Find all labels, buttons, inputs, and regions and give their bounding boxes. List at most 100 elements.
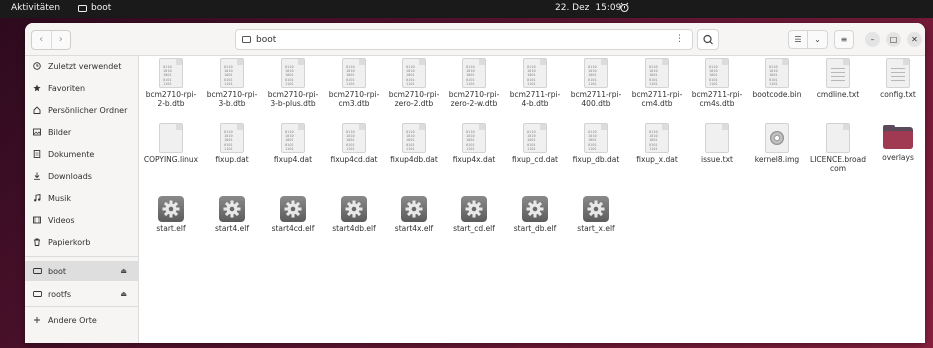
- executable-gear-icon: [280, 196, 306, 222]
- sidebar-item-downloads[interactable]: Downloads: [25, 166, 139, 186]
- file-item[interactable]: 0110 1010 1001 0101 1101 bcm2711-rpi-cm4s.dtb: [688, 58, 746, 108]
- file-item[interactable]: 0110 1010 1001 0101 1101 fixup4db.dat: [385, 123, 443, 164]
- sidebar-item-recent[interactable]: Zuletzt verwendet: [25, 56, 139, 76]
- path-bar[interactable]: boot ⋮: [235, 29, 693, 50]
- file-item[interactable]: kernel8.img: [748, 123, 806, 164]
- file-name: config.txt: [880, 90, 916, 99]
- file-item[interactable]: start4db.elf: [325, 194, 383, 233]
- file-item[interactable]: 0110 1010 1001 0101 1101 bcm2711-rpi-cm4.dtb: [628, 58, 686, 108]
- sidebar-item-documents[interactable]: Dokumente: [25, 144, 139, 164]
- eject-icon[interactable]: ⏏: [120, 267, 127, 275]
- plus-icon: [33, 316, 41, 324]
- clock-icon: [33, 62, 41, 70]
- file-item[interactable]: start_cd.elf: [445, 194, 503, 233]
- sidebar-item-label: Favoriten: [48, 83, 86, 93]
- file-item[interactable]: start4x.elf: [385, 194, 443, 233]
- file-item[interactable]: config.txt: [869, 58, 925, 99]
- minimize-button[interactable]: –: [865, 32, 880, 47]
- search-button[interactable]: [697, 29, 719, 50]
- file-item[interactable]: 0110 1010 1001 0101 1101 fixup4x.dat: [445, 123, 503, 164]
- app-menu[interactable]: boot: [78, 3, 111, 13]
- alarm-icon[interactable]: [620, 2, 629, 16]
- file-name: bcm2710-rpi-3-b-plus.dtb: [267, 90, 319, 108]
- list-view-button[interactable]: ☰: [788, 30, 808, 49]
- file-item[interactable]: 0110 1010 1001 0101 1101 bcm2710-rpi-cm3.dtb: [325, 58, 383, 108]
- file-name: fixup_cd.dat: [512, 155, 558, 164]
- file-grid: 0110 1010 1001 0101 1101 bcm2710-rpi-2-b.dtb 0…: [140, 56, 925, 343]
- binary-file-icon: 0110 1010 1001 0101 1101: [220, 58, 244, 88]
- document-icon: [33, 150, 41, 158]
- file-item[interactable]: LICENCE.broadcom: [809, 123, 867, 173]
- file-name: fixup.dat: [215, 155, 249, 164]
- file-name: COPYING.linux: [143, 155, 199, 164]
- sidebar-item-boot[interactable]: boot ⏏: [25, 261, 139, 281]
- binary-file-icon: 0110 1010 1001 0101 1101: [765, 58, 789, 88]
- executable-gear-icon: [522, 196, 548, 222]
- binary-file-icon: 0110 1010 1001 0101 1101: [584, 123, 608, 153]
- file-item[interactable]: 0110 1010 1001 0101 1101 bcm2710-rpi-zero-2.d…: [385, 58, 443, 108]
- path-menu-icon[interactable]: ⋮: [675, 34, 684, 44]
- app-name: boot: [91, 3, 112, 13]
- file-item[interactable]: cmdline.txt: [809, 58, 867, 99]
- view-options-button[interactable]: ⌄: [808, 30, 828, 49]
- file-name: start.elf: [156, 224, 186, 233]
- file-item[interactable]: 0110 1010 1001 0101 1101 bcm2710-rpi-2-b.dtb: [142, 58, 200, 108]
- file-item[interactable]: 0110 1010 1001 0101 1101 fixup4cd.dat: [325, 123, 383, 164]
- file-item[interactable]: start4cd.elf: [264, 194, 322, 233]
- sidebar-item-label: Musik: [48, 193, 71, 203]
- eject-icon[interactable]: ⏏: [120, 290, 127, 298]
- file-icon: [159, 123, 183, 153]
- sidebar-item-home[interactable]: Persönlicher Ordner: [25, 100, 139, 120]
- file-name: bcm2710-rpi-3-b.dtb: [206, 90, 258, 108]
- clock[interactable]: 22. Dez 15:09: [555, 3, 621, 13]
- forward-button[interactable]: ›: [50, 31, 71, 49]
- file-name: fixup4db.dat: [390, 155, 438, 164]
- back-button[interactable]: ‹: [32, 31, 51, 49]
- sidebar-item-rootfs[interactable]: rootfs ⏏: [25, 284, 139, 304]
- binary-file-icon: 0110 1010 1001 0101 1101: [342, 58, 366, 88]
- sidebar-item-other-locations[interactable]: Andere Orte: [25, 310, 139, 330]
- sidebar-item-pictures[interactable]: Bilder: [25, 122, 139, 142]
- home-icon: [33, 106, 41, 114]
- file-item[interactable]: COPYING.linux: [142, 123, 200, 164]
- activities-button[interactable]: Aktivitäten: [11, 3, 60, 13]
- file-name: fixup_db.dat: [572, 155, 620, 164]
- maximize-button[interactable]: □: [886, 32, 901, 47]
- file-item[interactable]: 0110 1010 1001 0101 1101 bcm2710-rpi-3-b.dtb: [203, 58, 261, 108]
- header-bar: ‹ › boot ⋮ ☰ ⌄ ≡ – □ ✕: [25, 23, 925, 56]
- file-item[interactable]: overlays: [869, 123, 925, 162]
- file-item[interactable]: 0110 1010 1001 0101 1101 bcm2711-rpi-4-b.dtb: [506, 58, 564, 108]
- sidebar-item-favorites[interactable]: Favoriten: [25, 78, 139, 98]
- file-item[interactable]: 0110 1010 1001 0101 1101 fixup_cd.dat: [506, 123, 564, 164]
- file-item[interactable]: start.elf: [142, 194, 200, 233]
- executable-gear-icon: [583, 196, 609, 222]
- file-item[interactable]: 0110 1010 1001 0101 1101 bcm2711-rpi-400.dtb: [567, 58, 625, 108]
- file-item[interactable]: start_db.elf: [506, 194, 564, 233]
- sidebar-item-trash[interactable]: Papierkorb: [25, 232, 139, 252]
- close-button[interactable]: ✕: [907, 32, 922, 47]
- sidebar-item-label: rootfs: [48, 289, 72, 299]
- file-item[interactable]: 0110 1010 1001 0101 1101 bootcode.bin: [748, 58, 806, 99]
- file-item[interactable]: 0110 1010 1001 0101 1101 bcm2710-rpi-3-b-plus…: [264, 58, 322, 108]
- download-icon: [33, 172, 41, 180]
- file-item[interactable]: 0110 1010 1001 0101 1101 fixup4.dat: [264, 123, 322, 164]
- binary-file-icon: 0110 1010 1001 0101 1101: [705, 58, 729, 88]
- sidebar-item-label: Videos: [48, 215, 75, 225]
- file-item[interactable]: start_x.elf: [567, 194, 625, 233]
- file-name: bcm2710-rpi-zero-2.dtb: [388, 90, 440, 108]
- file-item[interactable]: start4.elf: [203, 194, 261, 233]
- file-item[interactable]: 0110 1010 1001 0101 1101 fixup_db.dat: [567, 123, 625, 164]
- file-name: start4cd.elf: [271, 224, 315, 233]
- file-name: start_db.elf: [513, 224, 557, 233]
- file-icon: [826, 123, 850, 153]
- sidebar-item-music[interactable]: Musik: [25, 188, 139, 208]
- main-menu-button[interactable]: ≡: [834, 30, 854, 49]
- file-item[interactable]: 0110 1010 1001 0101 1101 fixup_x.dat: [628, 123, 686, 164]
- file-item[interactable]: 0110 1010 1001 0101 1101 fixup.dat: [203, 123, 261, 164]
- video-icon: [33, 216, 41, 224]
- file-item[interactable]: 0110 1010 1001 0101 1101 bcm2710-rpi-zero-2-w…: [445, 58, 503, 108]
- sidebar-item-videos[interactable]: Videos: [25, 210, 139, 230]
- file-name: kernel8.img: [754, 155, 800, 164]
- file-item[interactable]: issue.txt: [688, 123, 746, 164]
- file-name: fixup4x.dat: [452, 155, 496, 164]
